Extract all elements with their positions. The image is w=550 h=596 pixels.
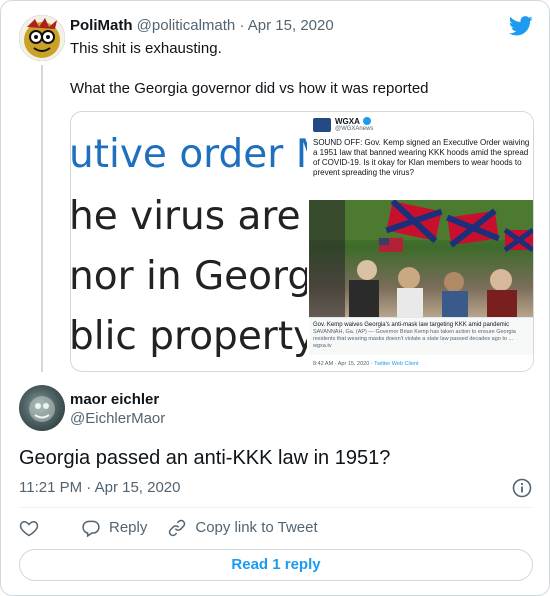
divider <box>19 507 533 508</box>
author-handle[interactable]: @EichlerMaor <box>70 409 165 429</box>
crop-text-line: nor in Georgia <box>71 254 307 299</box>
copy-link-label: Copy link to Tweet <box>195 519 318 536</box>
avatar-maor-eichler[interactable] <box>19 385 65 431</box>
thread-connector <box>41 65 43 372</box>
parent-author-handle[interactable]: @politicalmath <box>137 17 236 34</box>
news-tweet-source: Twitter Web Client <box>374 361 419 367</box>
parent-author-name[interactable]: PoliMath <box>70 17 133 34</box>
reply-icon <box>82 520 100 538</box>
link-card-description: SAVANNAH, Ga. (AP) — Governor Brian Kemp… <box>313 329 516 342</box>
tweet-timestamp[interactable]: 11:21 PM · Apr 15, 2020 <box>19 478 181 498</box>
tweet-media-image[interactable]: utive order Mo he virus are ex nor in Ge… <box>70 111 534 372</box>
copy-link-button[interactable]: Copy link to Tweet <box>167 518 318 538</box>
news-tweet-footer: 8:42 AM · Apr 15, 2020 · Twitter Web Cli… <box>313 361 419 367</box>
wgxa-account-handle: @WGXAnews <box>335 126 374 132</box>
reply-button[interactable]: Reply <box>81 518 147 538</box>
news-tweet-text: SOUND OFF: Gov. Kemp signed an Executive… <box>313 138 530 177</box>
avatar-polimath[interactable] <box>19 15 65 61</box>
parent-tweet-line-1: This shit is exhausting. <box>70 40 222 57</box>
news-tweet-screenshot: WGXA @WGXAnews SOUND OFF: Gov. Kemp sign… <box>307 112 533 371</box>
author-name[interactable]: maor eichler <box>70 390 159 410</box>
reply-label: Reply <box>109 519 148 536</box>
info-icon[interactable] <box>512 478 532 498</box>
read-replies-button[interactable]: Read 1 reply <box>19 549 533 581</box>
parent-tweet-line-2: What the Georgia governor did vs how it … <box>70 80 429 97</box>
crop-text-line: blic property. <box>71 314 307 359</box>
news-tweet-time: 8:42 AM · Apr 15, 2020 · <box>313 361 373 367</box>
zoomed-text-crop: utive order Mo he virus are ex nor in Ge… <box>71 112 307 371</box>
embedded-tweet-card: PoliMath @politicalmath · Apr 15, 2020 T… <box>0 0 550 596</box>
header-separator: · <box>239 17 245 34</box>
crop-text-line: utive order Mo <box>71 132 307 177</box>
tweet-actions: Reply Copy link to Tweet <box>19 516 338 540</box>
verified-badge-icon <box>363 117 371 125</box>
parent-tweet-date[interactable]: Apr 15, 2020 <box>248 17 334 34</box>
wgxa-logo <box>313 118 331 132</box>
parent-tweet-header: PoliMath @politicalmath · Apr 15, 2020 <box>70 16 334 36</box>
link-card-title: Gov. Kemp waives Georgia's anti-mask law… <box>313 322 510 328</box>
rally-photo <box>309 200 533 317</box>
like-button[interactable] <box>19 518 47 538</box>
wgxa-account-name: WGXA <box>335 117 360 126</box>
twitter-logo-icon[interactable] <box>509 15 533 37</box>
heart-icon <box>19 520 39 537</box>
tweet-text: Georgia passed an anti-KKK law in 1951? <box>19 447 391 469</box>
parent-tweet-text: This shit is exhausting. What the Georgi… <box>70 39 540 99</box>
link-icon <box>169 519 186 537</box>
link-card: Gov. Kemp waives Georgia's anti-mask law… <box>309 317 533 355</box>
crop-text-line: he virus are ex <box>71 194 307 239</box>
link-card-domain: wgxa.tv <box>313 343 332 349</box>
